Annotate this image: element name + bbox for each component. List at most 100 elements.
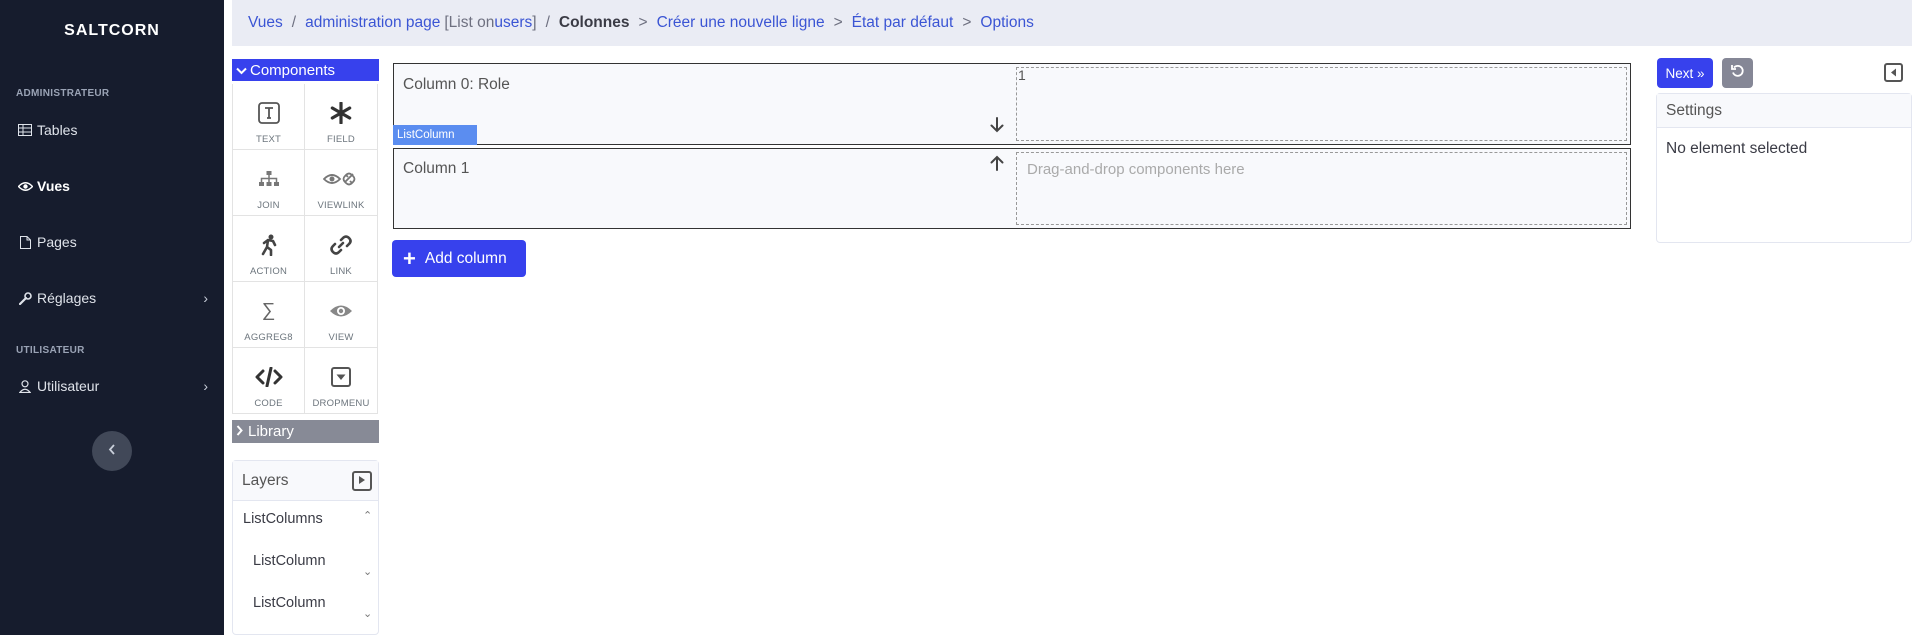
column-1[interactable]: Column 1 Drag-and-drop components here [393, 148, 1631, 229]
column-0[interactable]: Column 0: Role 1 [393, 63, 1631, 145]
column-title: Column 1 [403, 160, 470, 177]
sidebar-item-reglages[interactable]: Réglages › [16, 284, 208, 312]
file-icon [16, 235, 34, 249]
breadcrumb-table-link[interactable]: users [494, 14, 532, 32]
chevron-down-icon[interactable]: ⌄ [363, 565, 372, 578]
palette-dropmenu[interactable]: DROPMENU [305, 348, 378, 414]
running-icon [259, 230, 279, 260]
chevron-down-icon[interactable]: ⌄ [363, 607, 372, 620]
palette-label: VIEW [328, 332, 354, 343]
breadcrumb-context-close: ] [532, 14, 537, 31]
library-toggle[interactable]: Library [232, 420, 379, 443]
layers-panel: Layers ListColumns ⌃ ListColumn ⌄ ListCo… [232, 460, 379, 635]
sitemap-icon [258, 164, 280, 194]
chevron-up-icon[interactable]: ⌃ [363, 509, 372, 522]
palette-label: CODE [254, 398, 283, 409]
asterisk-icon [330, 98, 352, 128]
settings-panel-toggle[interactable] [1884, 63, 1903, 82]
chevron-right-icon: › [203, 378, 208, 394]
palette-field[interactable]: FIELD [305, 84, 378, 150]
palette-aggregate[interactable]: ∑ AGGREG8 [232, 282, 305, 348]
sidebar-item-vues[interactable]: Vues [16, 172, 208, 200]
add-column-button[interactable]: + Add column [392, 240, 526, 277]
user-icon [16, 379, 34, 393]
brand-logo[interactable]: SALTCORN [0, 22, 224, 40]
component-palette: TEXT FIELD JOIN VIEWLINK ACTION LINK ∑ A… [232, 84, 379, 414]
breadcrumb-separator: / [545, 14, 550, 31]
sidebar-item-label: Réglages [37, 290, 97, 306]
link-icon [330, 230, 352, 260]
move-down-arrow-icon[interactable] [990, 117, 1004, 138]
breadcrumb-separator: / [291, 14, 297, 31]
palette-text[interactable]: TEXT [232, 84, 305, 150]
sidebar-section-user: UTILISATEUR [16, 345, 85, 356]
plus-icon: + [403, 245, 416, 271]
sidebar-item-tables[interactable]: Tables [16, 116, 208, 144]
palette-label: FIELD [327, 134, 355, 145]
eye-link-icon [323, 164, 359, 194]
eye-icon [329, 296, 353, 326]
breadcrumb-step-create[interactable]: Créer une nouvelle ligne [657, 14, 825, 32]
add-column-label: Add column [424, 249, 507, 267]
palette-link[interactable]: LINK [305, 216, 378, 282]
chevron-down-icon [236, 62, 247, 79]
undo-button[interactable] [1722, 58, 1753, 88]
column-drop-zone[interactable]: Drag-and-drop components here [1016, 152, 1627, 225]
breadcrumb-step-options[interactable]: Options [980, 14, 1033, 32]
breadcrumb-context-open: [List on [444, 14, 495, 31]
caret-right-icon [358, 472, 366, 490]
sidebar-item-label: Tables [37, 122, 78, 138]
wrench-icon [16, 291, 34, 305]
code-icon [255, 362, 283, 392]
layers-toggle-button[interactable] [352, 471, 372, 491]
palette-label: DROPMENU [312, 398, 370, 409]
eye-icon [16, 181, 34, 192]
column-drop-zone[interactable]: 1 [1016, 67, 1627, 141]
layer-item[interactable]: ListColumn [253, 595, 326, 611]
sidebar-collapse-button[interactable] [92, 431, 132, 471]
caret-left-icon [1890, 64, 1897, 82]
palette-label: JOIN [257, 200, 280, 211]
caret-square-down-icon [331, 362, 351, 392]
breadcrumb-step-default-state[interactable]: État par défaut [852, 14, 954, 32]
sidebar-item-label: Pages [37, 234, 77, 250]
palette-action[interactable]: ACTION [232, 216, 305, 282]
breadcrumb-vues[interactable]: Vues [248, 14, 283, 32]
next-button[interactable]: Next » [1657, 58, 1713, 88]
components-toggle[interactable]: Components [232, 59, 379, 81]
settings-panel: Settings No element selected [1656, 93, 1912, 243]
palette-label: LINK [330, 266, 352, 277]
breadcrumb-view-name[interactable]: administration page [305, 14, 440, 32]
palette-label: TEXT [255, 134, 282, 145]
sidebar-item-utilisateur[interactable]: Utilisateur › [16, 372, 208, 400]
settings-title: Settings [1657, 94, 1911, 128]
breadcrumb: Vues / administration page [List on user… [232, 0, 1912, 46]
drop-placeholder: Drag-and-drop components here [1027, 161, 1245, 178]
settings-empty-message: No element selected [1666, 140, 1808, 157]
column-content: 1 [1018, 67, 1026, 83]
palette-label: VIEWLINK [317, 200, 365, 211]
palette-view[interactable]: VIEW [305, 282, 378, 348]
breadcrumb-step-separator: > [962, 14, 972, 31]
table-icon [16, 124, 34, 136]
palette-code[interactable]: CODE [232, 348, 305, 414]
sigma-icon: ∑ [261, 300, 276, 321]
sidebar: SALTCORN ADMINISTRATEUR Tables Vues Page… [0, 0, 224, 635]
palette-label: AGGREG8 [244, 332, 293, 343]
palette-viewlink[interactable]: VIEWLINK [305, 150, 378, 216]
sidebar-item-pages[interactable]: Pages [16, 228, 208, 256]
column-title: Column 0: Role [403, 76, 510, 93]
layer-item[interactable]: ListColumn [253, 553, 326, 569]
chevron-right-icon: › [203, 290, 208, 306]
sidebar-item-label: Utilisateur [37, 378, 100, 394]
move-up-arrow-icon[interactable] [990, 155, 1004, 176]
selected-element-tag: ListColumn [393, 125, 477, 145]
breadcrumb-current-step: Colonnes [558, 14, 630, 31]
breadcrumb-step-separator: > [638, 14, 648, 31]
components-label: Components [250, 61, 336, 79]
text-icon [257, 98, 280, 128]
chevron-left-icon [108, 442, 116, 460]
palette-join[interactable]: JOIN [232, 150, 305, 216]
layer-root[interactable]: ListColumns [243, 511, 323, 527]
sidebar-section-admin: ADMINISTRATEUR [16, 88, 110, 99]
